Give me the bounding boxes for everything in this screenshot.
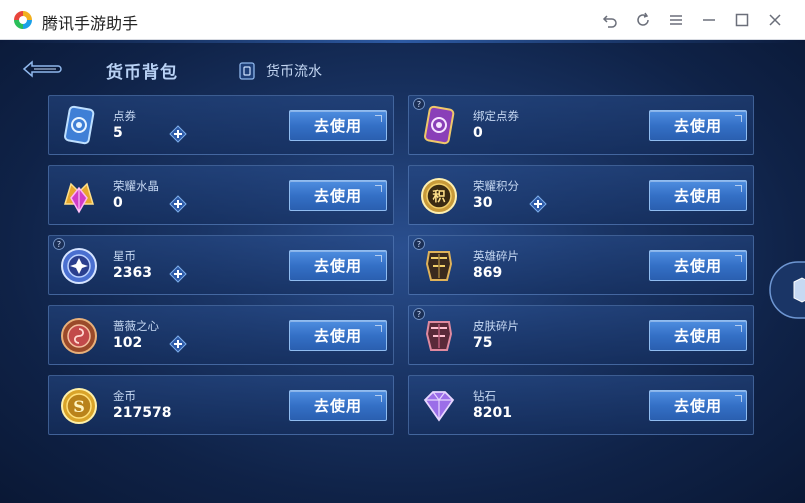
coupon-card-icon — [64, 105, 95, 145]
currency-name: 荣耀水晶 — [113, 179, 159, 193]
game-viewport: 货币背包 货币流水 点券 5 去使用 ? 绑定点券 0 去使用 荣耀水晶 0 去… — [0, 40, 805, 503]
currency-card-rose-heart: 蔷薇之心 102 去使用 — [48, 305, 394, 365]
use-button[interactable]: 去使用 — [649, 110, 747, 141]
currency-amount: 8201 — [473, 405, 512, 421]
plus-icon[interactable] — [169, 265, 187, 283]
currency-amount: 0 — [113, 195, 123, 211]
currency-card-glory-points: 积 荣耀积分 30 去使用 — [408, 165, 754, 225]
currency-name: 荣耀积分 — [473, 179, 519, 193]
use-button[interactable]: 去使用 — [649, 180, 747, 211]
app-title: 腾讯手游助手 — [42, 14, 139, 33]
currency-name: 点券 — [113, 109, 136, 123]
currency-name: 皮肤碎片 — [473, 319, 519, 333]
tab-currency-bag[interactable]: 货币背包 — [106, 58, 178, 83]
currency-amount: 217578 — [113, 405, 172, 421]
currency-card-diamond: 钻石 8201 去使用 — [408, 375, 754, 435]
svg-text:S: S — [73, 397, 85, 416]
maximize-icon[interactable] — [732, 10, 752, 30]
plus-icon[interactable] — [169, 195, 187, 213]
side-drawer-handle[interactable] — [768, 260, 805, 320]
menu-icon[interactable] — [666, 10, 686, 30]
app-logo-icon — [14, 11, 32, 29]
currency-amount: 5 — [113, 125, 123, 141]
gold-coin-icon: S — [61, 388, 97, 424]
currency-name: 星币 — [113, 249, 136, 263]
currency-amount: 102 — [113, 335, 143, 351]
tab-currency-flow[interactable]: 货币流水 — [236, 60, 322, 82]
glory-points-icon: 积 — [421, 178, 457, 214]
glory-crystal-icon — [63, 182, 95, 214]
currency-card-star-coin: ? 星币 2363 去使用 — [48, 235, 394, 295]
currency-amount: 30 — [473, 195, 493, 211]
window-titlebar: 腾讯手游助手 — [0, 0, 805, 40]
refresh-icon[interactable] — [633, 10, 653, 30]
use-button[interactable]: 去使用 — [289, 250, 387, 281]
use-button[interactable]: 去使用 — [289, 390, 387, 421]
currency-amount: 2363 — [113, 265, 152, 281]
currency-name: 钻石 — [473, 389, 496, 403]
minimize-icon[interactable] — [699, 10, 719, 30]
currency-card-coupon: 点券 5 去使用 — [48, 95, 394, 155]
currency-card-gold-coin: S 金币 217578 去使用 — [48, 375, 394, 435]
use-button[interactable]: 去使用 — [649, 320, 747, 351]
close-icon[interactable] — [765, 10, 785, 30]
use-button[interactable]: 去使用 — [649, 390, 747, 421]
currency-flow-icon — [239, 62, 255, 80]
currency-card-skin-fragment: ? 皮肤碎片 75 去使用 — [408, 305, 754, 365]
use-button[interactable]: 去使用 — [649, 250, 747, 281]
skin-fragment-icon — [425, 321, 453, 351]
currency-card-hero-fragment: ? 英雄碎片 869 去使用 — [408, 235, 754, 295]
rose-heart-icon — [61, 318, 97, 354]
currency-amount: 75 — [473, 335, 493, 351]
bound-coupon-card-icon — [424, 105, 455, 145]
svg-text:积: 积 — [432, 189, 445, 205]
use-button[interactable]: 去使用 — [289, 180, 387, 211]
tab-currency-flow-label: 货币流水 — [266, 64, 322, 80]
use-button[interactable]: 去使用 — [289, 320, 387, 351]
back-arrow-icon[interactable] — [20, 58, 64, 80]
plus-icon[interactable] — [169, 335, 187, 353]
currency-amount: 869 — [473, 265, 503, 281]
currency-card-glory-crystal: 荣耀水晶 0 去使用 — [48, 165, 394, 225]
undo-icon[interactable] — [600, 10, 620, 30]
currency-name: 绑定点券 — [473, 109, 519, 123]
hero-fragment-icon — [425, 251, 453, 281]
star-coin-icon — [61, 248, 97, 284]
use-button[interactable]: 去使用 — [289, 110, 387, 141]
currency-name: 金币 — [113, 389, 136, 403]
plus-icon[interactable] — [169, 125, 187, 143]
currency-card-bound-coupon: ? 绑定点券 0 去使用 — [408, 95, 754, 155]
diamond-icon — [423, 391, 455, 422]
currency-name: 蔷薇之心 — [113, 319, 159, 333]
currency-amount: 0 — [473, 125, 483, 141]
plus-icon[interactable] — [529, 195, 547, 213]
currency-name: 英雄碎片 — [473, 249, 519, 263]
